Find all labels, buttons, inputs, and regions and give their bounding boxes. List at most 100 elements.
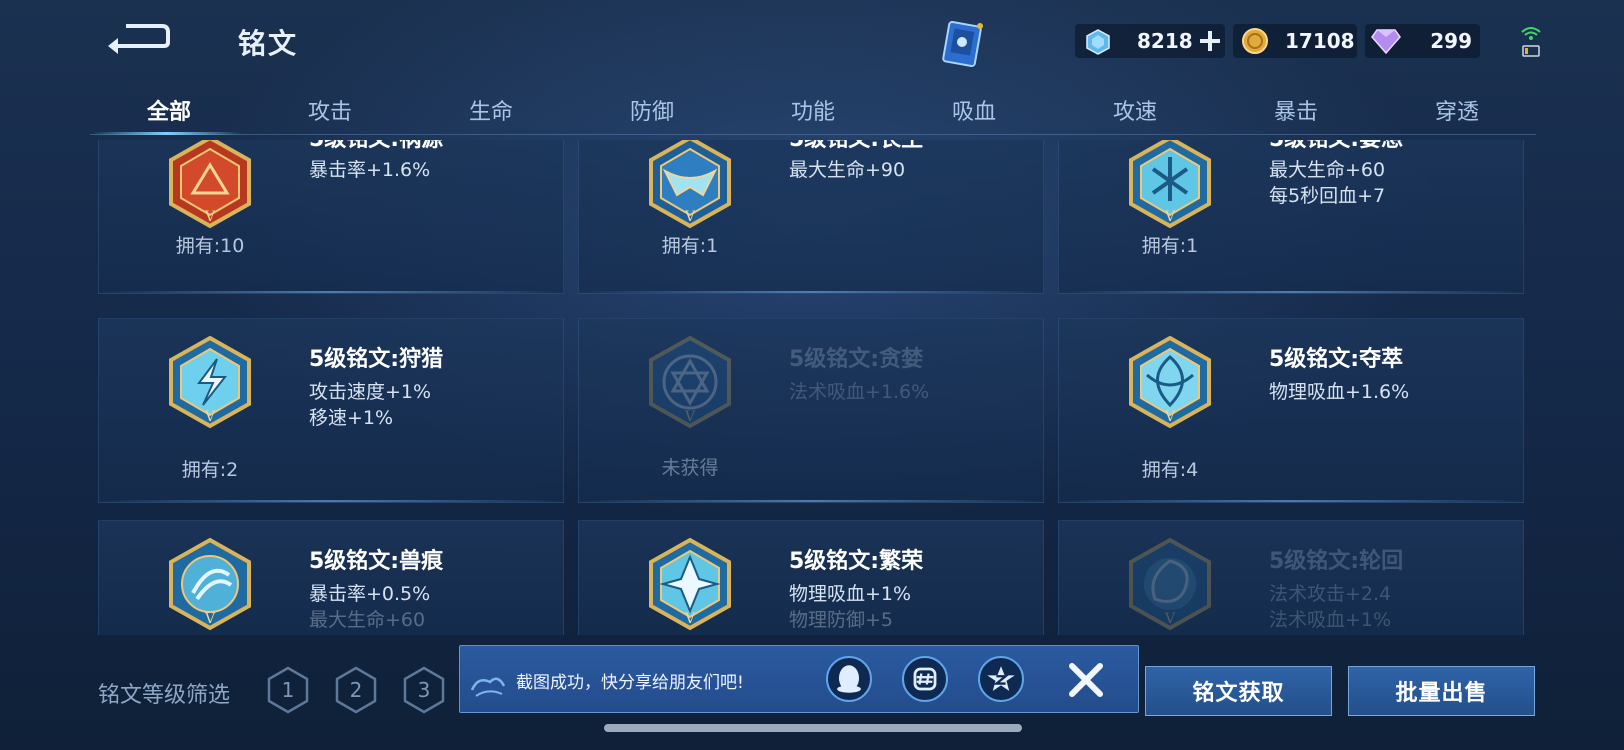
svg-text:V: V: [204, 209, 216, 225]
add-gem-icon[interactable]: [1199, 30, 1221, 52]
rune-owned-status: 未获得: [661, 457, 719, 479]
rune-emblem-icon: V: [1129, 335, 1211, 429]
rune-owned-count: 拥有:1: [1141, 235, 1199, 257]
cloud-swirl-icon: [470, 677, 506, 697]
back-arrow-icon[interactable]: [104, 22, 172, 56]
rune-attr: 物理吸血+1.6%: [1269, 381, 1410, 403]
rune-card-yanxiang[interactable]: V 5级铭文:宴想 最大生命+60 每5秒回血+7 拥有:1: [1058, 140, 1524, 294]
tab-critical[interactable]: 暴击: [1274, 94, 1318, 126]
rune-name: 5级铭文:宴想: [1269, 140, 1403, 153]
rune-card-shoulie[interactable]: V 5级铭文:狩猎 攻击速度+1% 移速+1% 拥有:2: [98, 318, 564, 503]
svg-text:V: V: [1164, 209, 1176, 225]
card-glow: [579, 291, 1043, 293]
level-filter-3[interactable]: 3: [402, 666, 446, 714]
tab-function[interactable]: 功能: [791, 94, 835, 126]
rune-book-icon[interactable]: [940, 18, 986, 70]
rune-name: 5级铭文:祸源: [309, 140, 443, 153]
svg-text:V: V: [684, 209, 696, 225]
toast-message: 截图成功，快分享给朋友们吧!: [516, 673, 744, 693]
qq-icon[interactable]: [826, 656, 872, 702]
rune-attr: 法术吸血+1.6%: [789, 381, 930, 403]
home-indicator-bar[interactable]: [604, 724, 1022, 732]
rune-card-lunhui[interactable]: V 5级铭文:轮回 法术攻击+2.4 法术吸血+1%: [1058, 520, 1524, 635]
wechat-moments-icon[interactable]: [902, 656, 948, 702]
svg-text:V: V: [204, 611, 216, 627]
bulk-sell-button[interactable]: 批量出售: [1348, 666, 1535, 716]
rune-attr: 法术吸血+1%: [1269, 609, 1392, 631]
rune-card-tanlan[interactable]: V 5级铭文:贪婪 法术吸血+1.6% 未获得: [578, 318, 1044, 503]
rune-acquire-button[interactable]: 铭文获取: [1145, 666, 1332, 716]
rune-card-huoyuan[interactable]: V 5级铭文:祸源 暴击率+1.6% 拥有:10: [98, 140, 564, 294]
rune-emblem-icon: V: [169, 537, 251, 631]
rune-name: 5级铭文:贪婪: [789, 347, 924, 372]
rune-card-duocui[interactable]: V 5级铭文:夺萃 物理吸血+1.6% 拥有:4: [1058, 318, 1524, 503]
rune-name: 5级铭文:繁荣: [789, 549, 924, 574]
active-tab-indicator: [92, 132, 242, 135]
rune-attr: 最大生命+60: [309, 609, 426, 631]
tab-all[interactable]: 全部: [147, 94, 191, 126]
rune-name: 5级铭文:长生: [789, 140, 923, 153]
level-filter-1[interactable]: 1: [266, 666, 310, 714]
rune-name: 5级铭文:兽痕: [309, 549, 444, 574]
coin-amount: 17108: [1285, 29, 1355, 53]
rune-emblem-icon: V: [169, 140, 251, 229]
card-glow: [99, 500, 563, 502]
tab-attack[interactable]: 攻击: [308, 94, 352, 126]
rune-attr: 最大生命+90: [789, 159, 906, 181]
level-filter-label: 铭文等级筛选: [98, 683, 231, 708]
svg-text:V: V: [684, 409, 696, 425]
card-glow: [1059, 291, 1523, 293]
tab-health[interactable]: 生命: [469, 94, 513, 126]
rune-attr: 暴击率+1.6%: [309, 159, 431, 181]
rune-owned-count: 拥有:4: [1141, 459, 1199, 481]
rune-emblem-icon: V: [169, 335, 251, 429]
tab-divider: [90, 134, 1536, 135]
card-glow: [1059, 500, 1523, 502]
diamond-currency: 299: [1365, 24, 1480, 58]
level-filter-2-label: 2: [350, 678, 363, 702]
level-filter-3-label: 3: [418, 678, 431, 702]
card-glow: [579, 500, 1043, 502]
rune-name: 5级铭文:轮回: [1269, 549, 1404, 574]
gem-icon: [1086, 29, 1110, 55]
rune-emblem-icon: V: [649, 140, 731, 229]
svg-text:V: V: [684, 611, 696, 627]
rune-attr: 物理吸血+1%: [789, 583, 912, 605]
rune-attr: 攻击速度+1%: [309, 381, 432, 403]
tab-penetration[interactable]: 穿透: [1435, 94, 1479, 126]
svg-text:V: V: [1164, 409, 1176, 425]
coin-icon: [1242, 28, 1268, 54]
rune-card-shouhen[interactable]: V 5级铭文:兽痕 暴击率+0.5% 最大生命+60: [98, 520, 564, 635]
close-icon[interactable]: [1064, 658, 1108, 702]
gem-amount: 8218: [1137, 29, 1193, 53]
rune-attr: 法术攻击+2.4: [1269, 583, 1392, 605]
level-filter-2[interactable]: 2: [334, 666, 378, 714]
svg-text:V: V: [1164, 611, 1176, 627]
tab-defense[interactable]: 防御: [630, 94, 674, 126]
rune-emblem-icon: V: [649, 335, 731, 429]
rune-grid: V 5级铭文:祸源 暴击率+1.6% 拥有:10 V 5级铭文:长生 最大生命+…: [98, 140, 1524, 635]
rune-name: 5级铭文:夺萃: [1269, 347, 1404, 372]
diamond-amount: 299: [1430, 29, 1472, 53]
svg-text:V: V: [204, 409, 216, 425]
rune-attr: 移速+1%: [309, 407, 394, 429]
tab-lifesteal[interactable]: 吸血: [952, 94, 996, 126]
level-filter-1-label: 1: [282, 678, 295, 702]
rune-owned-count: 拥有:2: [181, 459, 239, 481]
category-tabs: 全部 攻击 生命 防御 功能 吸血 攻速 暴击 穿透: [90, 88, 1536, 136]
rune-card-changsheng[interactable]: V 5级铭文:长生 最大生命+90 拥有:1: [578, 140, 1044, 294]
share-toast: 截图成功，快分享给朋友们吧!: [459, 645, 1139, 713]
rune-attr: 物理防御+5: [789, 609, 894, 631]
rune-attr: 最大生命+60: [1269, 159, 1386, 181]
qzone-icon[interactable]: [978, 656, 1024, 702]
card-glow: [99, 291, 563, 293]
coin-currency: 17108: [1233, 24, 1357, 58]
rune-emblem-icon: V: [1129, 140, 1211, 229]
rune-emblem-icon: V: [649, 537, 731, 631]
page-title: 铭文: [238, 27, 299, 60]
rune-name: 5级铭文:狩猎: [309, 347, 444, 372]
rune-card-fanrong[interactable]: V 5级铭文:繁荣 物理吸血+1% 物理防御+5: [578, 520, 1044, 635]
tab-attack-speed[interactable]: 攻速: [1113, 94, 1157, 126]
wifi-battery-icon: [1521, 27, 1541, 57]
rune-owned-count: 拥有:1: [661, 235, 719, 257]
